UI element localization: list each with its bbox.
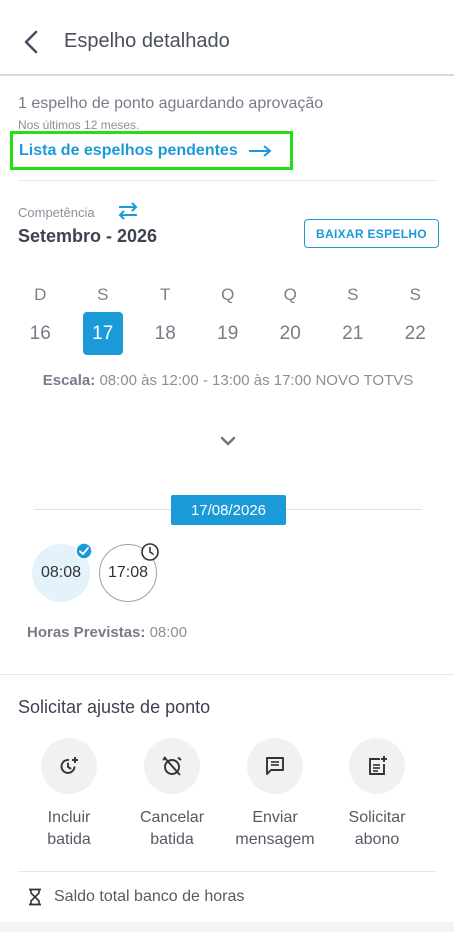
date-badge: 17/08/2026: [171, 495, 286, 525]
weekday-label: D: [34, 285, 47, 304]
escala-info: Escala: 08:00 às 12:00 - 13:00 às 17:00 …: [20, 371, 436, 391]
send-message-button[interactable]: Enviar mensagem: [225, 738, 325, 851]
back-button[interactable]: [18, 28, 46, 56]
weekday-label: Q: [221, 285, 235, 304]
pending-list-link-label: Lista de espelhos pendentes: [19, 141, 238, 159]
horas-previstas: Horas Previstas: 08:00: [27, 624, 187, 641]
horas-value: 08:00: [149, 624, 188, 641]
message-icon: [266, 757, 284, 775]
weekday-label: T: [160, 285, 171, 304]
action-label: mensagem: [235, 831, 315, 848]
chevron-left-icon: [24, 30, 38, 54]
punch-time-value: 08:08: [40, 564, 82, 581]
competencia-label: Competência: [18, 205, 95, 220]
calendar-day[interactable]: 16: [20, 312, 60, 355]
action-label: Incluir: [47, 809, 91, 826]
swap-arrows-icon[interactable]: [117, 202, 139, 220]
action-label: batida: [47, 831, 91, 848]
ajuste-title: Solicitar ajuste de ponto: [18, 697, 211, 717]
pending-subtext: Nos últimos 12 meses.: [18, 118, 140, 132]
chevron-down-icon[interactable]: [218, 434, 238, 448]
check-icon: [75, 542, 93, 560]
pending-list-link[interactable]: Lista de espelhos pendentes: [10, 131, 293, 170]
hourglass-icon: [29, 888, 41, 906]
calendar-day[interactable]: 19: [208, 312, 248, 355]
arrow-right-icon: [248, 144, 272, 157]
calendar-day[interactable]: 22: [395, 312, 435, 355]
note-add-icon: [369, 756, 387, 775]
clock-plus-icon: [60, 757, 78, 774]
alarm-off-icon: [162, 756, 182, 776]
action-label: batida: [150, 831, 194, 848]
section-divider: [0, 674, 454, 675]
weekday-label: S: [347, 285, 359, 304]
calendar-day[interactable]: 20: [270, 312, 310, 355]
action-label: Solicitar: [348, 809, 406, 826]
action-label: Enviar: [252, 809, 298, 826]
weekday-label: S: [409, 285, 421, 304]
weekday-label: Q: [283, 285, 297, 304]
calendar-day[interactable]: 18: [145, 312, 185, 355]
request-abono-button[interactable]: Solicitar abono: [327, 738, 427, 851]
punch-time-value: 17:08: [107, 564, 149, 581]
clock-icon: [141, 543, 159, 561]
weekday-label: S: [97, 285, 109, 304]
download-mirror-button[interactable]: BAIXAR ESPELHO: [304, 219, 439, 248]
app-header: Espelho detalhado: [0, 0, 454, 76]
bottom-band: [0, 922, 454, 932]
saldo-banco-horas-item[interactable]: Saldo total banco de horas: [28, 888, 244, 906]
punch-time[interactable]: 08:08: [32, 542, 93, 602]
saldo-label: Saldo total banco de horas: [54, 888, 245, 905]
horas-label: Horas Previstas:: [27, 624, 146, 641]
divider: [18, 871, 436, 872]
action-label: Cancelar: [139, 809, 205, 826]
page-title: Espelho detalhado: [64, 30, 230, 52]
week-days: 16 17 18 19 20 21 22: [9, 312, 447, 355]
action-label: abono: [354, 831, 400, 848]
divider: [18, 180, 436, 181]
escala-value: 08:00 às 12:00 - 13:00 às 17:00 NOVO TOT…: [99, 372, 414, 389]
competencia-period: Setembro - 2026: [18, 226, 158, 246]
cancel-punch-button[interactable]: Cancelar batida: [122, 738, 222, 851]
punch-time[interactable]: 17:08: [99, 543, 159, 602]
weekday-header: D S T Q Q S S: [9, 285, 447, 305]
calendar-day[interactable]: 21: [333, 312, 373, 355]
escala-label: Escala:: [42, 372, 96, 389]
calendar-day-selected[interactable]: 17: [82, 312, 123, 355]
pending-message: 1 espelho de ponto aguardando aprovação: [18, 95, 324, 112]
include-punch-button[interactable]: Incluir batida: [19, 738, 119, 851]
